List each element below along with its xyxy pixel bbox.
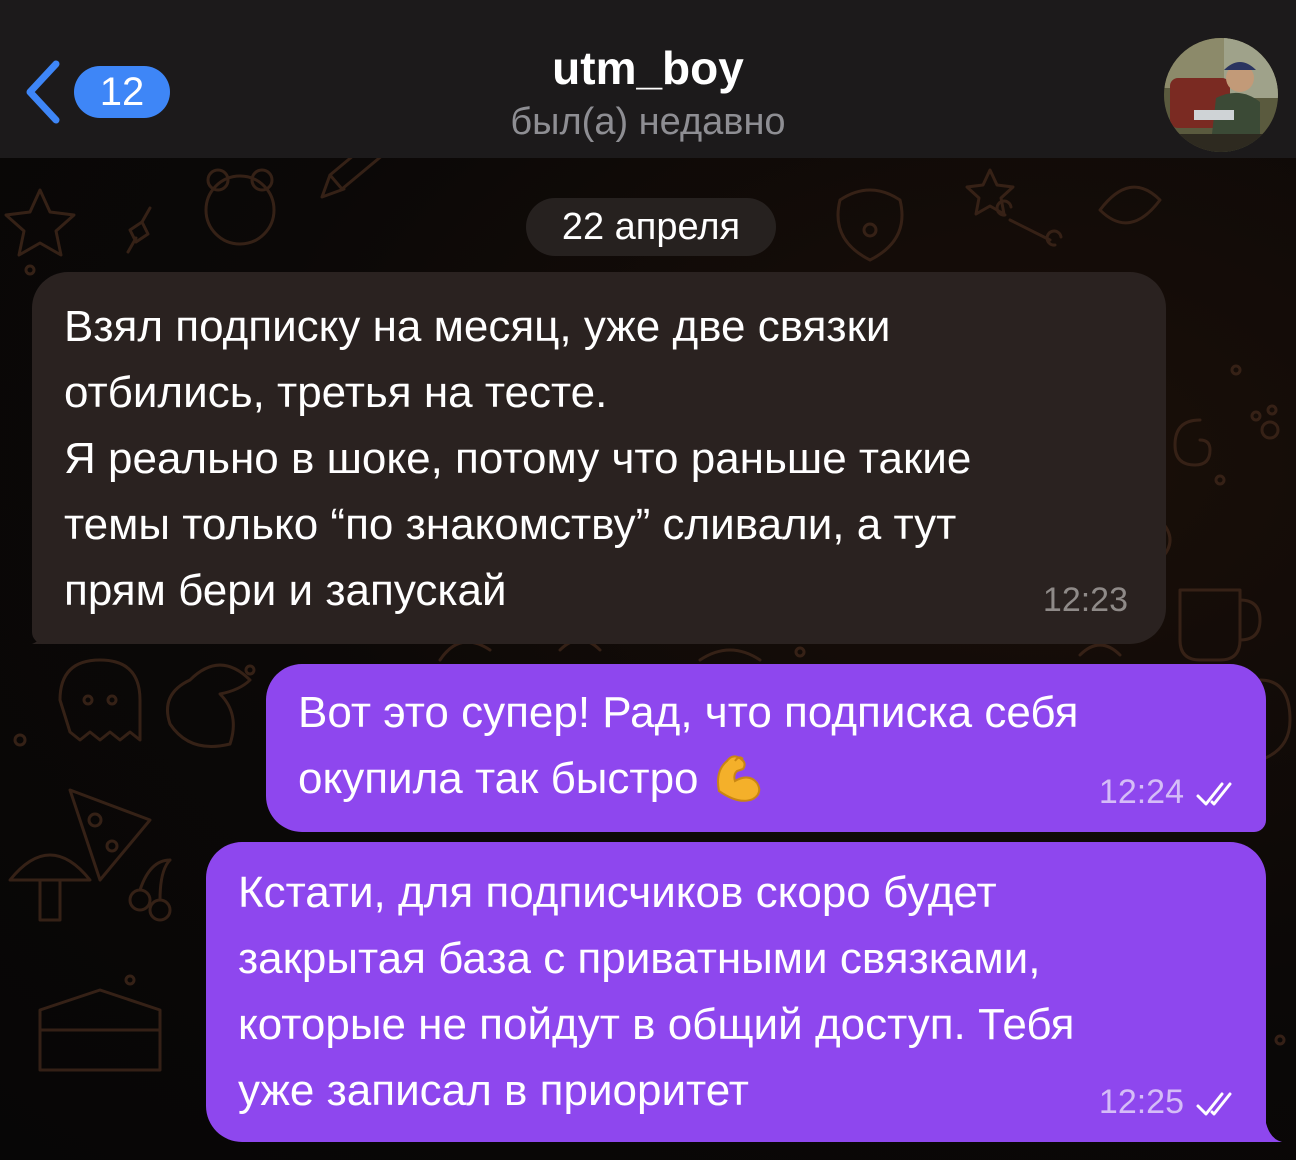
flexed-biceps-icon <box>716 755 760 802</box>
read-checkmarks-icon <box>1196 782 1232 806</box>
chat-title[interactable]: utm_boy <box>398 40 898 96</box>
message-text: Взял подписку на месяц, уже две связки о… <box>64 302 972 615</box>
avatar[interactable] <box>1164 38 1278 152</box>
bubble-tail <box>1250 1110 1282 1142</box>
last-seen-status: был(а) недавно <box>510 101 786 143</box>
read-checkmarks-icon <box>1196 1092 1232 1116</box>
message-time: 12:25 <box>1098 1083 1184 1121</box>
date-divider: 22 апреля <box>526 198 776 256</box>
message-text: Кстати, для подписчиков скоро будет закр… <box>238 868 1075 1115</box>
chat-screen: 12 utm_boy был(а) недавно 22 апреля Взял… <box>0 0 1296 1160</box>
message-time: 12:24 <box>1098 773 1184 811</box>
unread-count-badge[interactable]: 12 <box>74 66 170 118</box>
chat-header: 12 utm_boy был(а) недавно <box>0 0 1296 158</box>
incoming-message[interactable]: Взял подписку на месяц, уже две связки о… <box>32 272 1166 644</box>
outgoing-message[interactable]: Вот это супер! Рад, что подписка себя ок… <box>266 664 1266 832</box>
outgoing-message[interactable]: Кстати, для подписчиков скоро будет закр… <box>206 842 1266 1142</box>
avatar-photo-icon <box>1164 38 1278 152</box>
message-text-content: Вот это супер! Рад, что подписка себя ок… <box>298 688 1079 803</box>
back-chevron-icon[interactable] <box>18 56 66 128</box>
message-text: Вот это супер! Рад, что подписка себя ок… <box>298 680 1236 812</box>
message-time: 12:23 <box>1042 581 1128 619</box>
